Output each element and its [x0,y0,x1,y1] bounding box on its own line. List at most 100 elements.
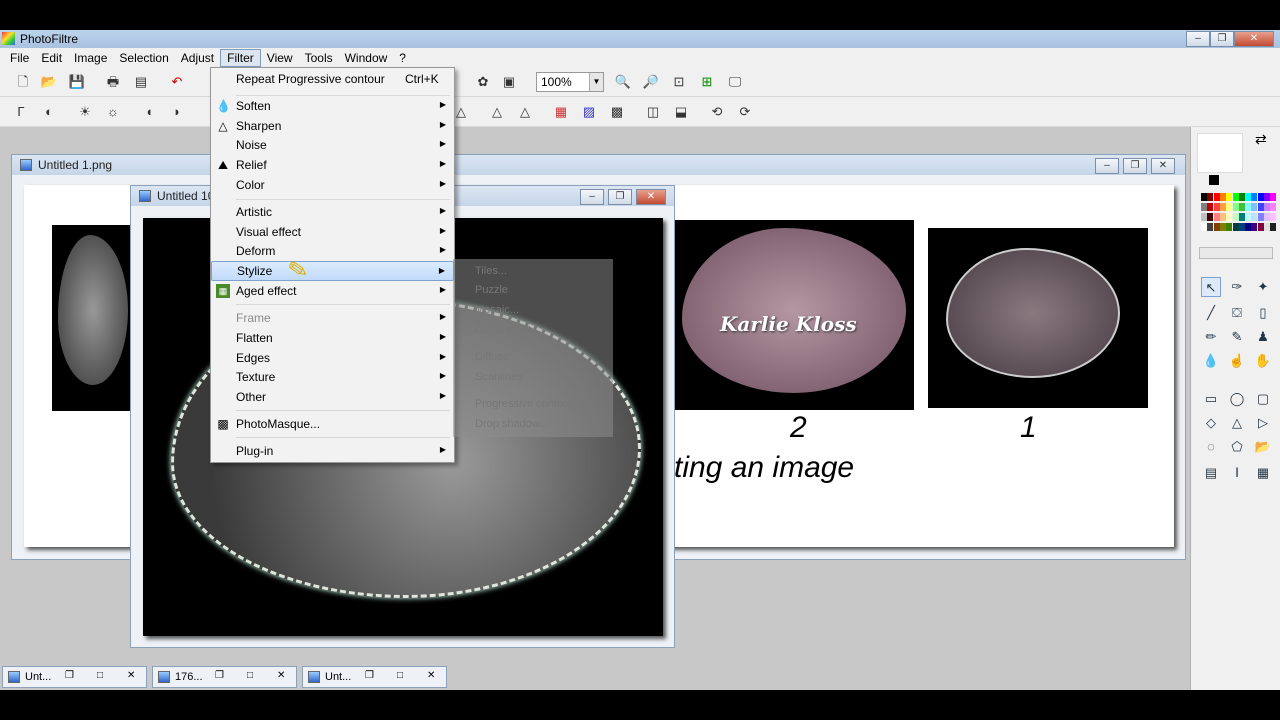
palette-swatch[interactable] [1245,203,1252,211]
color-palette[interactable] [1201,193,1277,245]
open-icon[interactable]: 📂 [40,73,58,91]
palette-swatch[interactable] [1232,193,1239,201]
palette-swatch[interactable] [1213,213,1220,221]
zoom-select[interactable]: 100% ▼ [536,72,604,92]
palette-swatch[interactable] [1219,223,1226,231]
stamp-tool-icon[interactable]: ♟ [1253,327,1273,347]
palette-swatch[interactable] [1226,203,1233,211]
text-tool-icon[interactable]: Ⅰ [1227,463,1247,483]
menu-image[interactable]: Image [68,50,113,66]
minimized-window-3[interactable]: Unt... ❐ □ ✕ [302,666,447,688]
pencil-tool-icon[interactable]: ✎ [1227,327,1247,347]
monitor-icon[interactable]: 🖵 [726,73,744,91]
palette-swatch[interactable] [1238,203,1245,211]
color-balance-icon[interactable]: ▦ [552,103,570,121]
close-icon[interactable]: ✕ [277,670,285,681]
palette-swatch[interactable] [1219,193,1226,201]
submenu-item-puzzle[interactable]: Puzzle [475,284,508,296]
polygon-icon[interactable]: ⬠ [1227,437,1247,457]
palette-swatch[interactable] [1245,193,1252,201]
menu-selection[interactable]: Selection [113,50,174,66]
palette-swatch[interactable] [1207,213,1214,221]
palette-swatch[interactable] [1238,213,1245,221]
palette-swatch[interactable] [1226,223,1233,231]
close-icon[interactable]: ✕ [127,670,135,681]
close-button[interactable]: ✕ [1151,158,1175,174]
brightness-down-icon[interactable]: ☀ [76,103,94,121]
play-shape-icon[interactable]: ▷ [1253,413,1273,433]
palette-swatch[interactable] [1201,193,1207,201]
palette-swatch[interactable] [1232,213,1239,221]
auto-contrast-icon[interactable]: ◐ [40,103,58,121]
save-icon[interactable]: 💾 [68,73,86,91]
palette-swatch[interactable] [1264,213,1270,221]
restore-icon[interactable]: ❐ [365,670,374,681]
horizontal-text-icon[interactable]: ▤ [1201,463,1221,483]
menu-item-aged-effect[interactable]: ▦ Aged effect ▶ [211,281,454,301]
close-icon[interactable]: ✕ [427,670,435,681]
palette-swatch[interactable] [1238,193,1245,201]
minimize-button[interactable]: – [580,189,604,205]
close-button[interactable]: ✕ [636,189,666,205]
palette-swatch[interactable] [1251,193,1258,201]
mirror-icon[interactable]: ⬓ [672,103,690,121]
palette-swatch[interactable] [1257,193,1264,201]
menu-item-plugin[interactable]: Plug-in ▶ [211,441,454,461]
submenu-item-scanlines[interactable]: Scanlines [475,371,523,383]
palette-swatch[interactable] [1251,203,1258,211]
ratio-icon[interactable]: ▦ [1253,463,1273,483]
menu-item-edges[interactable]: Edges ▶ [211,348,454,368]
palette-swatch[interactable] [1270,203,1277,211]
blur-drop-icon[interactable]: 💧 [1201,351,1221,371]
undo-icon[interactable]: ↶ [168,73,186,91]
menu-adjust[interactable]: Adjust [175,50,220,66]
menu-filter[interactable]: Filter [220,48,261,67]
menu-item-visual-effect[interactable]: Visual effect ▶ [211,222,454,242]
fullscreen-icon[interactable]: ⊞ [698,73,716,91]
palette-swatch[interactable] [1213,223,1220,231]
zoom-out-icon[interactable]: 🔎 [642,73,660,91]
menu-help[interactable]: ? [393,50,412,66]
restore-icon[interactable]: ❐ [65,670,74,681]
menu-item-noise[interactable]: Noise ▶ [211,135,454,155]
swap-colors-icon[interactable]: ⇄ [1255,131,1267,148]
palette-swatch[interactable] [1201,203,1207,211]
palette-swatch[interactable] [1245,213,1252,221]
spray-icon[interactable]: ▯ [1253,303,1273,323]
palette-swatch[interactable] [1219,213,1226,221]
palette-swatch[interactable] [1219,203,1226,211]
window-icon[interactable]: ▣ [500,73,518,91]
restore-button[interactable]: ❐ [1123,158,1147,174]
scan-icon[interactable]: ▤ [132,73,150,91]
palette-swatch[interactable] [1201,213,1207,221]
menu-item-repeat[interactable]: Repeat Progressive contour Ctrl+K [211,69,454,89]
eyedropper-icon[interactable]: ✑ [1227,277,1247,297]
palette-swatch[interactable] [1264,203,1270,211]
maximize-icon[interactable]: □ [397,670,403,681]
fit-icon[interactable]: ⊡ [670,73,688,91]
menu-view[interactable]: View [261,50,299,66]
rotate-left-icon[interactable]: ⟲ [708,103,726,121]
brush-icon[interactable]: ✏ [1201,327,1221,347]
restore-button[interactable]: ❐ [608,189,632,205]
maximize-icon[interactable]: □ [97,670,103,681]
palette-swatch[interactable] [1232,203,1239,211]
menu-file[interactable]: File [4,50,35,66]
palette-swatch[interactable] [1232,223,1239,231]
submenu-item-cross-point[interactable]: Cross-point... [475,324,540,336]
select-tool-icon[interactable]: ↖ [1201,277,1221,297]
palette-swatch[interactable] [1226,193,1233,201]
menu-item-relief[interactable]: ⛰ Relief ▶ [211,155,454,175]
print-icon[interactable]: 🖶 [104,73,122,91]
submenu-item-mosaic[interactable]: Mosaic... [475,304,519,316]
palette-swatch[interactable] [1213,203,1220,211]
foreground-color-swatch[interactable] [1209,175,1219,185]
menu-item-deform[interactable]: Deform ▶ [211,241,454,261]
palette-swatch[interactable] [1270,193,1277,201]
chevron-down-icon[interactable]: ▼ [589,73,603,91]
gradient-icon[interactable]: ▨ [580,103,598,121]
menu-tools[interactable]: Tools [299,50,339,66]
menu-item-stylize[interactable]: Stylize ▶ [211,261,454,281]
auto-level-icon[interactable]: Γ [12,103,30,121]
minimize-button[interactable]: – [1095,158,1119,174]
